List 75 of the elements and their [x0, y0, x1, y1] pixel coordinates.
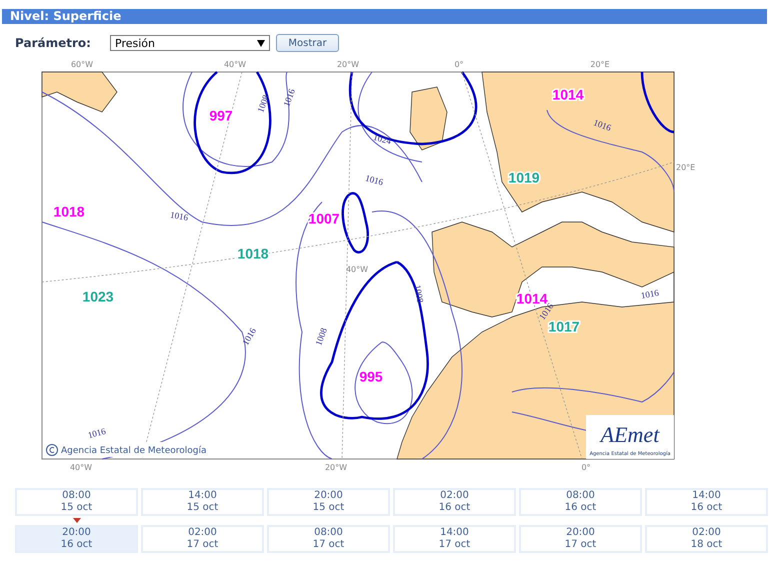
dropdown-arrow-icon [257, 40, 265, 46]
longitude-label: 40°W [70, 463, 92, 472]
longitude-label: 40°W [224, 60, 246, 69]
time-slot[interactable]: 08:00 15 oct [15, 488, 138, 516]
isobar-label: 1008 [313, 326, 329, 347]
longitude-label: 20°E [590, 60, 610, 69]
logo-mark: AEmet [600, 422, 660, 447]
pressure-center-value: 1014 [552, 86, 584, 103]
pressure-center-value: 1019 [508, 170, 540, 186]
pressure-center-value: 995 [359, 368, 383, 385]
pressure-center-value: 997 [209, 108, 233, 124]
time-slot[interactable]: 20:00 17 oct [519, 525, 642, 553]
parameter-select[interactable]: Presión [110, 35, 270, 51]
pressure-center-value: 1018 [237, 246, 269, 262]
slot-date: 15 oct [60, 502, 92, 514]
show-button[interactable]: Mostrar [276, 34, 339, 52]
selected-marker-icon [73, 518, 81, 523]
isobar-label: 1016 [281, 88, 297, 108]
slot-date: 17 oct [438, 539, 470, 551]
longitude-label: 0° [581, 463, 591, 472]
isobar-label: 1008 [255, 94, 271, 114]
slot-time: 02:00 [692, 527, 721, 539]
slot-time: 20:00 [62, 527, 91, 539]
time-slot[interactable]: 08:00 17 oct [267, 525, 390, 553]
longitude-label: 0° [454, 60, 464, 69]
slot-time: 08:00 [62, 490, 91, 502]
slot-time: 02:00 [440, 490, 469, 502]
time-slot[interactable]: 14:00 15 oct [141, 488, 264, 516]
time-slot[interactable]: 02:00 18 oct [645, 525, 768, 553]
longitude-label: 20°W [324, 463, 348, 472]
longitude-label: 40°W [346, 265, 368, 274]
pressure-center-value: 1023 [82, 288, 114, 305]
slot-time: 14:00 [692, 490, 721, 502]
slot-time: 08:00 [314, 527, 343, 539]
copyright-text: Agencia Estatal de Meteorología [61, 446, 206, 456]
slot-date: 16 oct [564, 502, 596, 514]
slot-date: 16 oct [690, 502, 722, 514]
isobar-label: 1024 [372, 132, 392, 146]
pressure-center-value: 1014 [516, 290, 548, 307]
isobar-label: 1016 [592, 117, 612, 133]
isobar-label: 1008 [412, 284, 426, 304]
copyright-icon [46, 444, 58, 456]
slot-time: 14:00 [188, 490, 217, 502]
time-slot[interactable]: 02:00 17 oct [141, 525, 264, 553]
time-slot[interactable]: 08:00 16 oct [519, 488, 642, 516]
slot-date: 17 oct [564, 539, 596, 551]
slot-time: 14:00 [440, 527, 469, 539]
isobar-label: 1016 [364, 172, 384, 188]
slot-date: 16 oct [438, 502, 470, 514]
slot-date: 15 oct [312, 502, 344, 514]
isobar-label: 1016 [640, 288, 660, 301]
time-slot[interactable]: 20:00 15 oct [267, 488, 390, 516]
level-title: Nivel: Superficie [2, 9, 767, 24]
slot-date: 18 oct [690, 539, 722, 551]
time-slot[interactable]: 14:00 17 oct [393, 525, 516, 553]
longitude-label: 20°W [336, 60, 360, 69]
longitude-label: 60°W [70, 60, 94, 69]
time-slot[interactable]: 02:00 16 oct [393, 488, 516, 516]
slot-time: 20:00 [566, 527, 595, 539]
slot-date: 16 oct [60, 539, 92, 551]
pressure-center-value: 1018 [53, 204, 85, 220]
slot-date: 17 oct [312, 539, 344, 551]
slot-time: 08:00 [566, 490, 595, 502]
slot-time: 20:00 [314, 490, 343, 502]
pressure-center-value: 1007 [308, 210, 340, 227]
isobar-label: 1016 [86, 426, 107, 440]
longitude-label: 20°E [676, 163, 696, 172]
slot-date: 17 oct [186, 539, 218, 551]
time-slot[interactable]: 14:00 16 oct [645, 488, 768, 516]
parameter-label: Parámetro: [15, 36, 92, 50]
pressure-center-value: 1017 [548, 318, 580, 335]
isobar-label: 1016 [169, 210, 189, 223]
time-slot[interactable]: 20:00 16 oct [15, 525, 138, 553]
slot-date: 15 oct [186, 502, 218, 514]
slot-time: 02:00 [188, 527, 217, 539]
